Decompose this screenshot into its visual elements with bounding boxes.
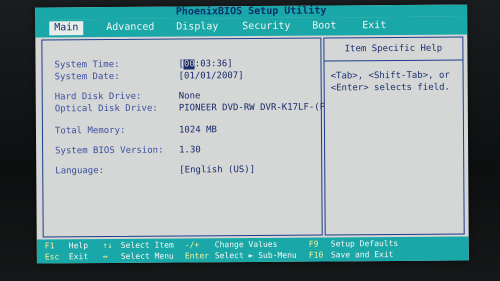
tab-advanced[interactable]: Advanced xyxy=(101,21,159,35)
action-select-menu: Select Menu xyxy=(120,251,174,261)
tab-security[interactable]: Security xyxy=(237,20,295,34)
menu-bar: Main Advanced Display Security Boot Exit xyxy=(35,16,468,38)
action-exit: Exit xyxy=(68,252,89,262)
key-f10: F10 xyxy=(308,250,324,260)
system-date-label: System Date: xyxy=(54,71,120,83)
status-bar: F1 Help ↑↓ Select Item -/+ Change Values… xyxy=(36,236,469,264)
system-time-label: System Time: xyxy=(54,59,120,71)
key-f1: F1 xyxy=(44,241,55,251)
key-left-right: ↔ xyxy=(102,252,108,262)
tab-exit[interactable]: Exit xyxy=(357,19,391,33)
system-time-hour[interactable]: 00 xyxy=(183,59,195,70)
action-select-item: Select Item xyxy=(120,240,174,250)
system-time-field[interactable]: [00:03:36] xyxy=(178,59,232,70)
key-f9: F9 xyxy=(308,239,319,249)
hard-disk-value: None xyxy=(178,91,201,102)
action-help: Help xyxy=(68,241,89,251)
hard-disk-label: Hard Disk Drive: xyxy=(54,91,142,103)
bios-version-value: 1.30 xyxy=(179,145,201,156)
tab-main[interactable]: Main xyxy=(49,21,84,36)
settings-panel: System Time: [00:03:36] System Date: [01… xyxy=(41,37,326,238)
action-save-exit: Save and Exit xyxy=(330,250,394,260)
bios-version-label: System BIOS Version: xyxy=(55,145,164,157)
key-minus-plus: -/+ xyxy=(184,240,200,250)
bios-screen: PhoenixBIOS Setup Utility Main Advanced … xyxy=(35,4,469,264)
key-esc: Esc xyxy=(44,252,60,262)
help-panel: Item Specific Help <Tab>, <Shift-Tab>, o… xyxy=(323,36,465,236)
help-title: Item Specific Help xyxy=(324,37,463,62)
key-enter: Enter xyxy=(184,251,209,261)
language-label: Language: xyxy=(55,166,105,177)
tab-boot[interactable]: Boot xyxy=(307,19,341,33)
action-setup-defaults: Setup Defaults xyxy=(330,238,399,249)
tab-display[interactable]: Display xyxy=(171,20,223,34)
action-select-submenu: Select ► Sub-Menu xyxy=(214,250,297,261)
key-up-down: ↑↓ xyxy=(102,240,113,251)
optical-drive-value: PIONEER DVD-RW DVR-K17LF-(P xyxy=(178,102,326,114)
system-date-field[interactable]: [01/01/2007] xyxy=(179,71,244,82)
help-text: <Tab>, <Shift-Tab>, or <Enter> selects f… xyxy=(330,70,450,94)
total-memory-label: Total Memory: xyxy=(54,125,126,137)
system-time-rest[interactable]: :03:36] xyxy=(195,59,233,69)
total-memory-value: 1024 MB xyxy=(178,125,217,136)
action-change-values: Change Values xyxy=(214,239,278,250)
language-field[interactable]: [English (US)] xyxy=(179,165,255,177)
optical-drive-label: Optical Disk Drive: xyxy=(54,103,158,115)
